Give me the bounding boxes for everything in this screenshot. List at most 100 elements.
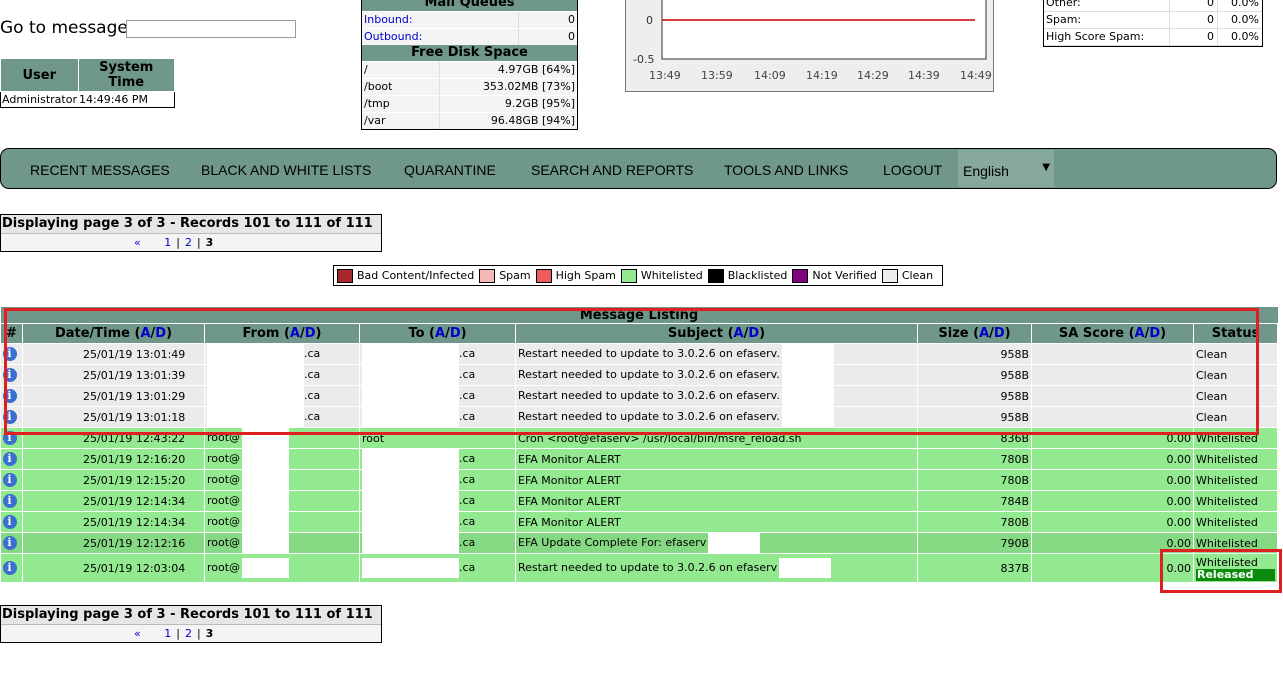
nav-search-reports[interactable]: SEARCH AND REPORTS (531, 162, 693, 178)
table-row[interactable]: i 25/01/19 12:15:20 root@ .ca EFA Monitor AL… (0, 469, 1279, 491)
subject-link[interactable]: EFA Update Complete For: efaserv (518, 536, 706, 549)
sort-descending-link[interactable]: D (1149, 326, 1160, 341)
table-row[interactable]: i 25/01/19 13:01:49 .ca .ca Restart needed t… (0, 343, 1279, 365)
header-paren: ) (460, 326, 467, 341)
from-cell: root@ (204, 532, 360, 554)
status-cell: Whitelisted (1193, 448, 1279, 470)
info-icon[interactable]: i (2, 536, 17, 550)
sort-ascending-link[interactable]: A (1135, 326, 1145, 341)
outbound-queue-link[interactable]: Outbound: (362, 29, 518, 45)
table-row[interactable]: i 25/01/19 12:14:34 root@ .ca EFA Monitor AL… (0, 490, 1279, 512)
info-icon[interactable]: i (2, 368, 17, 382)
subject-link[interactable]: Restart needed to update to 3.0.2.6 on e… (518, 368, 780, 381)
size-cell: 958B (917, 343, 1032, 365)
table-row[interactable]: i 25/01/19 13:01:18 .ca .ca Restart needed t… (0, 406, 1279, 428)
table-row[interactable]: i 25/01/19 12:12:16 root@ .ca EFA Update Com… (0, 532, 1279, 554)
disk-free: 353.02MB [73%] (439, 79, 577, 95)
size-cell: 780B (917, 448, 1032, 470)
table-header-row: # Date/Time (A/D) From (A/D) To (A/D) Subje… (0, 323, 1279, 344)
sort-ascending-link[interactable]: A (435, 326, 445, 341)
sort-descending-link[interactable]: D (994, 326, 1005, 341)
pager-page-2-link[interactable]: 2 (185, 627, 192, 640)
sort-descending-link[interactable]: D (748, 326, 759, 341)
pager-prev-link[interactable]: « (134, 627, 141, 640)
size-cell: 958B (917, 385, 1032, 407)
pager-page-1-link[interactable]: 1 (164, 627, 171, 640)
col-subject-header: Subject (A/D) (515, 323, 918, 344)
table-row[interactable]: i 25/01/19 12:14:34 root@ .ca EFA Monitor AL… (0, 511, 1279, 533)
pager-title: Displaying page 3 of 3 - Records 101 to … (1, 215, 381, 234)
status-cell: Whitelisted (1193, 532, 1279, 554)
nav-tools-links[interactable]: TOOLS AND LINKS (724, 162, 848, 178)
sort-descending-link[interactable]: D (450, 326, 461, 341)
sa-score-cell (1031, 385, 1194, 407)
info-icon[interactable]: i (2, 347, 17, 361)
subject-link[interactable]: EFA Monitor ALERT (518, 453, 621, 466)
sort-ascending-link[interactable]: A (140, 326, 150, 341)
subject-link[interactable]: Cron <root@efaserv> /usr/local/bin/msre_… (518, 432, 802, 445)
table-row[interactable]: i 25/01/19 12:16:20 root@ .ca EFA Monitor AL… (0, 448, 1279, 470)
disk-free: 4.97GB [64%] (439, 62, 577, 78)
disk-free: 9.2GB [95%] (439, 96, 577, 112)
nav-recent-messages[interactable]: RECENT MESSAGES (30, 162, 170, 178)
table-row[interactable]: i 25/01/19 13:01:29 .ca .ca Restart needed t… (0, 385, 1279, 407)
subject-link[interactable]: Restart needed to update to 3.0.2.6 on e… (518, 410, 780, 423)
size-cell: 790B (917, 532, 1032, 554)
table-row[interactable]: i 25/01/19 12:03:04 root@ .ca Restart needed… (0, 553, 1279, 583)
info-icon[interactable]: i (2, 431, 17, 445)
nav-quarantine[interactable]: QUARANTINE (404, 162, 496, 178)
disk-mount: / (364, 63, 368, 76)
legend-label: Bad Content/Infected (357, 269, 475, 282)
subject-link[interactable]: EFA Monitor ALERT (518, 495, 621, 508)
mail-queues-panel: Mail Queues Inbound: 0 Outbound: 0 Free … (361, 0, 578, 130)
info-icon[interactable]: i (2, 561, 17, 575)
table-row[interactable]: i 25/01/19 13:01:39 .ca .ca Restart needed t… (0, 364, 1279, 386)
sort-ascending-link[interactable]: A (734, 326, 744, 341)
info-icon[interactable]: i (2, 410, 17, 424)
legend-item: Spam (479, 268, 531, 283)
language-select[interactable]: English ▼ (958, 150, 1054, 187)
stats-count: 0 (1169, 12, 1217, 28)
subject-link[interactable]: Restart needed to update to 3.0.2.6 on e… (518, 347, 780, 360)
info-icon[interactable]: i (2, 389, 17, 403)
nav-black-white-lists[interactable]: BLACK AND WHITE LISTS (201, 162, 371, 178)
sort-descending-link[interactable]: D (305, 326, 316, 341)
size-cell: 780B (917, 511, 1032, 533)
inbound-queue-link[interactable]: Inbound: (362, 12, 518, 28)
sort-descending-link[interactable]: D (155, 326, 166, 341)
sa-score-cell: 0.00 (1031, 490, 1194, 512)
col-status-header: Status (1192, 323, 1279, 344)
date-cell: 25/01/19 12:16:20 (22, 448, 205, 470)
from-cell: root@ (204, 553, 360, 583)
pager-page-2-link[interactable]: 2 (185, 236, 192, 249)
header-paren: ) (1160, 326, 1167, 341)
sort-ascending-link[interactable]: A (290, 326, 300, 341)
goto-message-input[interactable] (126, 20, 296, 38)
info-icon[interactable]: i (2, 473, 17, 487)
info-icon[interactable]: i (2, 452, 17, 466)
subject-link[interactable]: EFA Monitor ALERT (518, 474, 621, 487)
subject-link[interactable]: EFA Monitor ALERT (518, 516, 621, 529)
status-text: Whitelisted (1196, 452, 1258, 466)
mail-traffic-graph: 0 -0.5 13:49 13:59 14:09 14:19 14:29 14:… (625, 0, 994, 92)
date-cell: 25/01/19 13:01:18 (22, 406, 205, 428)
header-label: Subject (667, 326, 724, 341)
status-cell: Clean (1193, 343, 1279, 365)
nav-logout[interactable]: LOGOUT (883, 162, 942, 178)
sort-ascending-link[interactable]: A (979, 326, 989, 341)
from-text: .ca (304, 347, 321, 360)
info-icon[interactable]: i (2, 494, 17, 508)
redacted-block (242, 449, 290, 469)
status-cell: Whitelisted (1193, 511, 1279, 533)
subject-link[interactable]: Restart needed to update to 3.0.2.6 on e… (518, 389, 780, 402)
redacted-block (242, 428, 290, 448)
stats-row: Other: 0 0.0% (1044, 0, 1262, 12)
header-label: Size (938, 326, 969, 341)
pager-prev-link[interactable]: « (134, 236, 141, 249)
subject-link[interactable]: Restart needed to update to 3.0.2.6 on e… (518, 561, 777, 574)
legend-item: Bad Content/Infected (337, 268, 475, 283)
table-row[interactable]: i 25/01/19 12:43:22 root@ root Cron <root@ef… (0, 427, 1279, 449)
x-tick-label: 13:49 (649, 69, 681, 82)
pager-page-1-link[interactable]: 1 (164, 236, 171, 249)
info-icon[interactable]: i (2, 515, 17, 529)
